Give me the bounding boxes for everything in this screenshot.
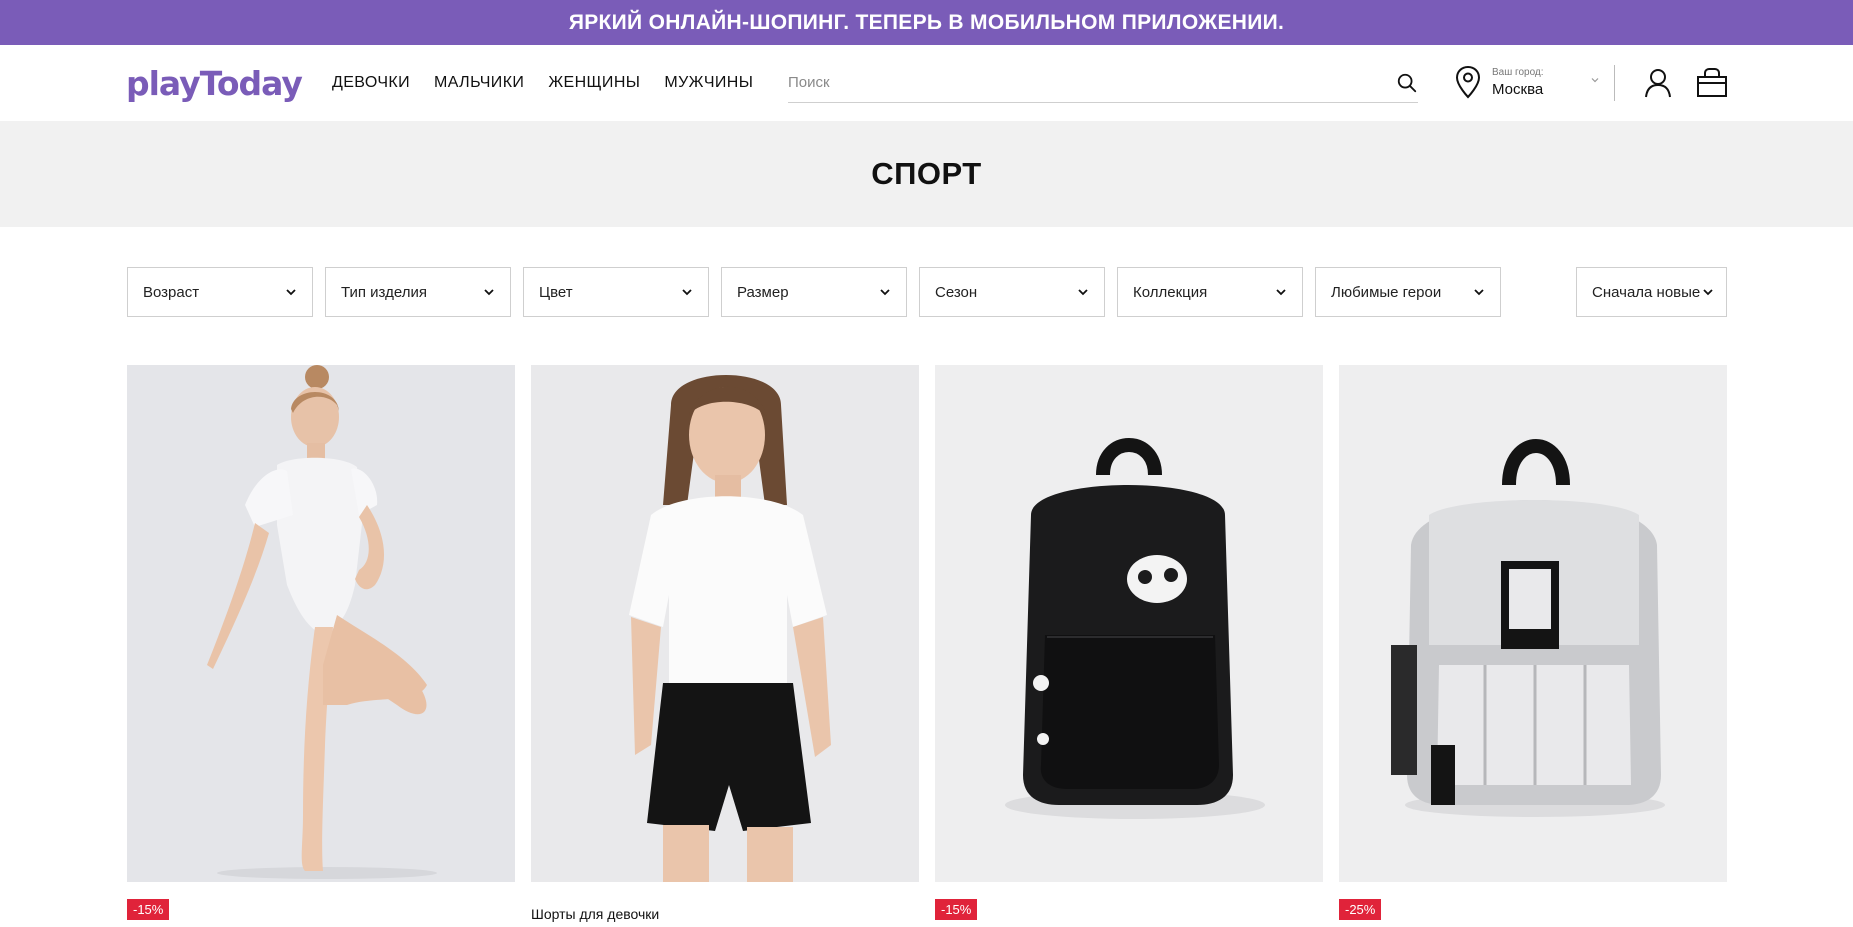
product-card[interactable]: -25%: [1339, 365, 1727, 920]
city-name: Москва: [1492, 80, 1544, 98]
discount-badge: -15%: [127, 899, 170, 920]
chevron-down-icon: [1474, 289, 1484, 296]
filter-label: Размер: [737, 283, 789, 301]
product-image[interactable]: [531, 365, 919, 882]
search-bar: [788, 63, 1418, 103]
discount-badge: -25%: [1339, 899, 1382, 920]
filter-bar: Возраст Тип изделия Цвет Размер Сезон Ко…: [127, 267, 1727, 317]
nav-item-girls[interactable]: ДЕВОЧКИ: [332, 74, 410, 92]
nav-item-boys[interactable]: МАЛЬЧИКИ: [434, 74, 524, 92]
filter-age[interactable]: Возраст: [127, 267, 313, 317]
filter-collection[interactable]: Коллекция: [1117, 267, 1303, 317]
product-card[interactable]: -15%: [127, 365, 515, 920]
sort-label: Сначала новые: [1592, 283, 1701, 301]
product-photo-silver-backpack: [1339, 365, 1727, 882]
site-header: playToday ДЕВОЧКИ МАЛЬЧИКИ ЖЕНЩИНЫ МУЖЧИ…: [0, 45, 1853, 121]
product-title[interactable]: Шорты для девочки: [531, 906, 659, 922]
product-card[interactable]: -15%: [935, 365, 1323, 920]
product-image[interactable]: [935, 365, 1323, 882]
product-photo-leotard: [127, 365, 515, 882]
chevron-down-icon: [1703, 289, 1713, 296]
nav-item-women[interactable]: ЖЕНЩИНЫ: [548, 74, 640, 92]
product-image[interactable]: [1339, 365, 1727, 882]
shopping-bag-icon[interactable]: [1696, 67, 1728, 98]
chevron-down-icon: [1591, 78, 1599, 83]
filter-label: Любимые герои: [1331, 283, 1442, 301]
location-pin-icon: [1455, 65, 1481, 99]
promo-text: ЯРКИЙ ОНЛАЙН-ШОПИНГ. ТЕПЕРЬ В МОБИЛЬНОМ …: [568, 10, 1285, 34]
city-hint: Ваш город:: [1492, 66, 1544, 78]
product-photo-shorts: [531, 365, 919, 882]
filter-label: Возраст: [143, 283, 200, 301]
filter-product-type[interactable]: Тип изделия: [325, 267, 511, 317]
city-text: Ваш город: Москва: [1492, 67, 1544, 98]
chevron-down-icon: [286, 289, 296, 296]
logo[interactable]: playToday: [126, 58, 303, 108]
filter-label: Тип изделия: [341, 283, 427, 301]
chevron-down-icon: [1276, 289, 1286, 296]
filter-favorite-heroes[interactable]: Любимые герои: [1315, 267, 1501, 317]
main-nav: ДЕВОЧКИ МАЛЬЧИКИ ЖЕНЩИНЫ МУЖЧИНЫ: [332, 74, 753, 92]
search-input[interactable]: [788, 74, 1396, 91]
chevron-down-icon: [682, 289, 692, 296]
chevron-down-icon: [1078, 289, 1088, 296]
category-hero: СПОРТ: [0, 121, 1853, 227]
sort-dropdown[interactable]: Сначала новые: [1576, 267, 1727, 317]
nav-item-men[interactable]: МУЖЧИНЫ: [664, 74, 753, 92]
page-title: СПОРТ: [871, 156, 982, 191]
logo-text: playToday: [126, 63, 303, 103]
user-icon[interactable]: [1644, 68, 1672, 98]
filter-label: Сезон: [935, 283, 978, 301]
search-icon[interactable]: [1396, 72, 1418, 94]
city-selector[interactable]: Ваш город: Москва: [1454, 59, 1600, 105]
filter-season[interactable]: Сезон: [919, 267, 1105, 317]
filter-size[interactable]: Размер: [721, 267, 907, 317]
chevron-down-icon: [484, 289, 494, 296]
chevron-down-icon: [880, 289, 890, 296]
discount-badge: -15%: [935, 899, 978, 920]
filter-label: Цвет: [539, 283, 573, 301]
product-card[interactable]: Шорты для девочки: [531, 365, 919, 922]
filter-color[interactable]: Цвет: [523, 267, 709, 317]
product-photo-black-backpack: [935, 365, 1323, 882]
product-image[interactable]: [127, 365, 515, 882]
header-divider: [1614, 65, 1615, 101]
filter-label: Коллекция: [1133, 283, 1208, 301]
promo-banner[interactable]: ЯРКИЙ ОНЛАЙН-ШОПИНГ. ТЕПЕРЬ В МОБИЛЬНОМ …: [0, 0, 1853, 45]
